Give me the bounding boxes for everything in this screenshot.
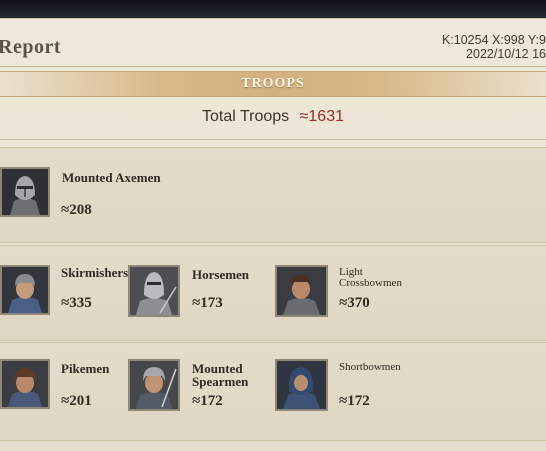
unit-name: Shortbowmen — [339, 361, 401, 373]
shortbowman-portrait-icon — [275, 359, 328, 411]
location-info: K:10254 X:998 Y:9 2022/10/12 16 — [442, 33, 546, 61]
troops-banner: TROOPS — [0, 71, 546, 97]
pikeman-portrait-icon — [0, 359, 50, 409]
unit-name: Skirmishers — [61, 265, 129, 280]
horseman-portrait-icon — [128, 265, 180, 317]
unit-count: ≈208 — [61, 202, 92, 218]
skirmisher-portrait-icon — [0, 265, 50, 315]
unit-count: ≈335 — [61, 295, 92, 311]
coordinates: K:10254 X:998 Y:9 — [441, 33, 546, 47]
unit-name: Horsemen — [192, 267, 250, 282]
troop-group-1: Mounted Axemen ≈208 — [0, 147, 546, 243]
header-divider — [0, 66, 546, 67]
total-troops: Total Troops ≈1631 — [0, 108, 546, 126]
unit-name: Pikemen — [61, 361, 110, 376]
top-bar — [0, 0, 546, 18]
total-troops-value: ≈1631 — [299, 108, 344, 125]
report-panel: Report K:10254 X:998 Y:9 2022/10/12 16 T… — [0, 18, 546, 451]
spearman-portrait-icon — [128, 359, 180, 411]
troop-group-3: Pikemen ≈201 Mounted Spearmen ≈172 Short… — [0, 342, 546, 441]
report-title: Report — [0, 36, 61, 58]
total-troops-label: Total Troops — [202, 108, 290, 125]
axeman-portrait-icon — [0, 167, 50, 217]
unit-count: ≈172 — [192, 393, 223, 409]
unit-count: ≈370 — [339, 295, 370, 311]
troops-banner-label: TROOPS — [241, 76, 305, 91]
timestamp: 2022/10/12 16 — [466, 47, 546, 61]
unit-name: Mounted Spearmen — [192, 361, 249, 389]
unit-name: Mounted Axemen — [62, 170, 161, 185]
total-divider — [0, 139, 546, 140]
unit-count: ≈201 — [61, 393, 92, 409]
troop-group-2: Skirmishers ≈335 Horsemen ≈173 Light Cro… — [0, 245, 546, 341]
unit-count: ≈173 — [192, 295, 223, 311]
unit-count: ≈172 — [339, 393, 370, 409]
crossbowman-portrait-icon — [275, 265, 328, 317]
unit-name: Light Crossbowmen — [339, 266, 402, 289]
